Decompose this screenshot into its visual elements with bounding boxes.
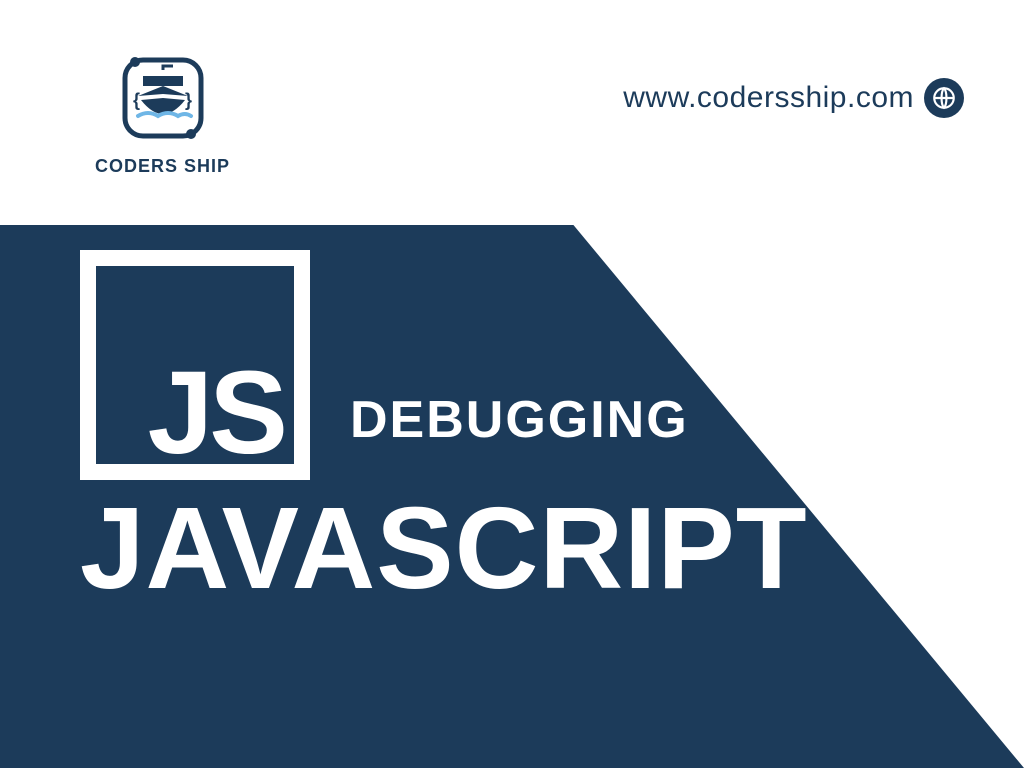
svg-text:}: } <box>185 90 192 110</box>
ship-logo-icon: { } <box>113 48 213 148</box>
globe-icon <box>924 78 964 118</box>
subtitle: DEBUGGING <box>350 390 689 450</box>
website-url: www.codersship.com <box>623 81 914 115</box>
content-area: JS DEBUGGING JAVASCRIPT <box>80 250 1024 606</box>
js-logo-text: JS <box>148 354 284 472</box>
website-url-block: www.codersship.com <box>623 78 964 118</box>
svg-text:{: { <box>133 90 140 110</box>
brand-name: CODERS SHIP <box>95 156 230 177</box>
header: { } CODERS SHIP www.codersship.com <box>0 0 1024 225</box>
brand-logo: { } CODERS SHIP <box>95 48 230 177</box>
title: JAVASCRIPT <box>80 490 1024 606</box>
js-logo-icon: JS <box>80 250 310 480</box>
